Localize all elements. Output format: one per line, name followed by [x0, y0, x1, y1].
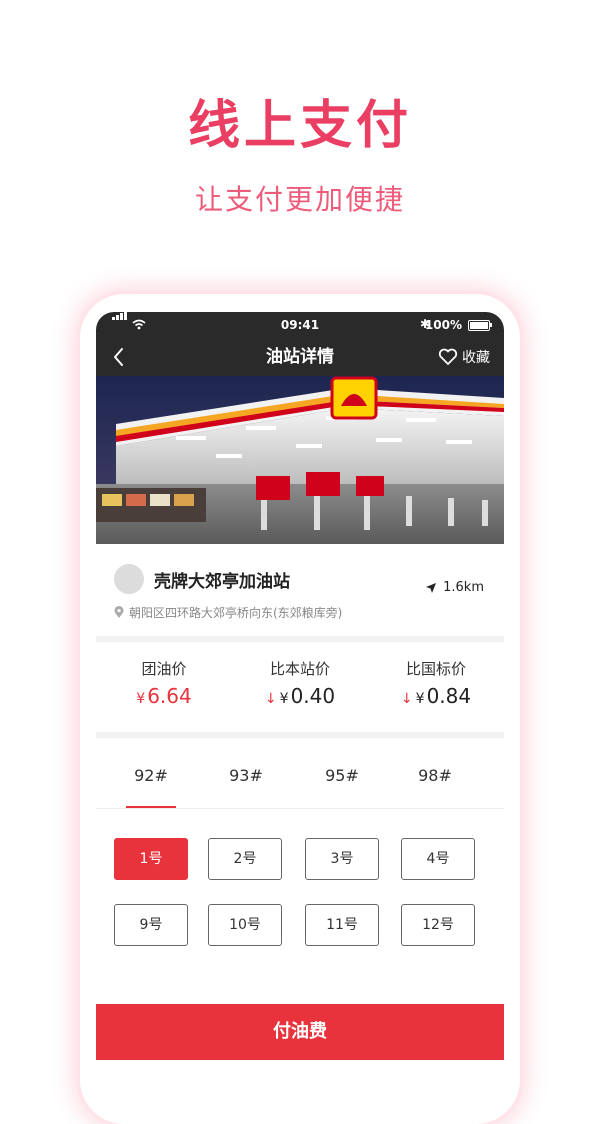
status-bar: 09:41 ✱ 100% — [96, 312, 504, 338]
down-arrow-icon: ↓ — [264, 691, 277, 707]
battery-icon — [468, 320, 492, 331]
pump-12[interactable]: 12号 — [401, 904, 475, 946]
tab-92[interactable]: 92# — [103, 766, 199, 785]
address-text: 朝阳区四环路大郊亭桥向东(东郊粮库旁) — [129, 606, 343, 620]
location-pin-icon — [114, 606, 124, 618]
pump-10[interactable]: 10号 — [208, 904, 282, 946]
pump-1[interactable]: 1号 — [114, 838, 188, 880]
station-logo — [114, 564, 144, 594]
station-photo — [96, 376, 504, 544]
pump-3[interactable]: 3号 — [305, 838, 379, 880]
battery-percent: 100% — [424, 318, 462, 332]
pump-4[interactable]: 4号 — [401, 838, 475, 880]
tab-95[interactable]: 95# — [294, 766, 390, 785]
down-arrow-icon: ↓ — [400, 691, 413, 707]
distance-button[interactable]: 1.6km — [425, 580, 484, 595]
nav-bar: 油站详情 收藏 — [96, 338, 504, 376]
navigation-arrow-icon — [426, 582, 437, 593]
national-price-diff: 比国标价 ↓ ¥0.84 — [368, 660, 504, 711]
pump-11[interactable]: 11号 — [305, 904, 379, 946]
favorite-label: 收藏 — [462, 350, 490, 366]
heart-icon — [438, 348, 458, 365]
tab-93[interactable]: 93# — [198, 766, 294, 785]
station-price-diff: 比本站价 ↓ ¥0.40 — [232, 660, 368, 711]
station-address: 朝阳区四环路大郊亭桥向东(东郊粮库旁) — [114, 604, 342, 621]
price-label: 比国标价 — [405, 660, 466, 678]
price-value: ↓ ¥0.84 — [400, 684, 472, 708]
tab-98[interactable]: 98# — [387, 766, 483, 785]
group-price: 团油价 ¥6.64 — [96, 660, 232, 711]
hero-title: 线上支付 — [187, 96, 412, 156]
favorite-button[interactable]: 收藏 — [438, 346, 490, 368]
price-label: 比本站价 — [269, 660, 330, 678]
distance-value: 1.6km — [443, 580, 484, 595]
station-name: 壳牌大郊亭加油站 — [154, 572, 290, 592]
price-value: ¥6.64 — [136, 684, 192, 708]
price-label: 团油价 — [141, 660, 187, 678]
pump-2[interactable]: 2号 — [208, 838, 282, 880]
price-comparison: 团油价 ¥6.64 比本站价 ↓ ¥0.40 比国标价 ↓ ¥0.84 — [96, 642, 504, 732]
hero-subtitle: 让支付更加便捷 — [194, 183, 405, 216]
price-value: ↓ ¥0.40 — [264, 684, 336, 708]
pay-fuel-button[interactable]: 付油费 — [96, 1004, 504, 1060]
tabs-divider — [96, 808, 504, 809]
pump-9[interactable]: 9号 — [114, 904, 188, 946]
app-screen: 09:41 ✱ 100% 油站详情 收藏 壳牌大郊亭加油站 1.6km 朝阳区四… — [96, 312, 504, 1072]
fuel-grade-tabs: 92# 93# 95# 98# — [96, 738, 504, 808]
station-info: 壳牌大郊亭加油站 1.6km 朝阳区四环路大郊亭桥向东(东郊粮库旁) — [96, 544, 504, 636]
